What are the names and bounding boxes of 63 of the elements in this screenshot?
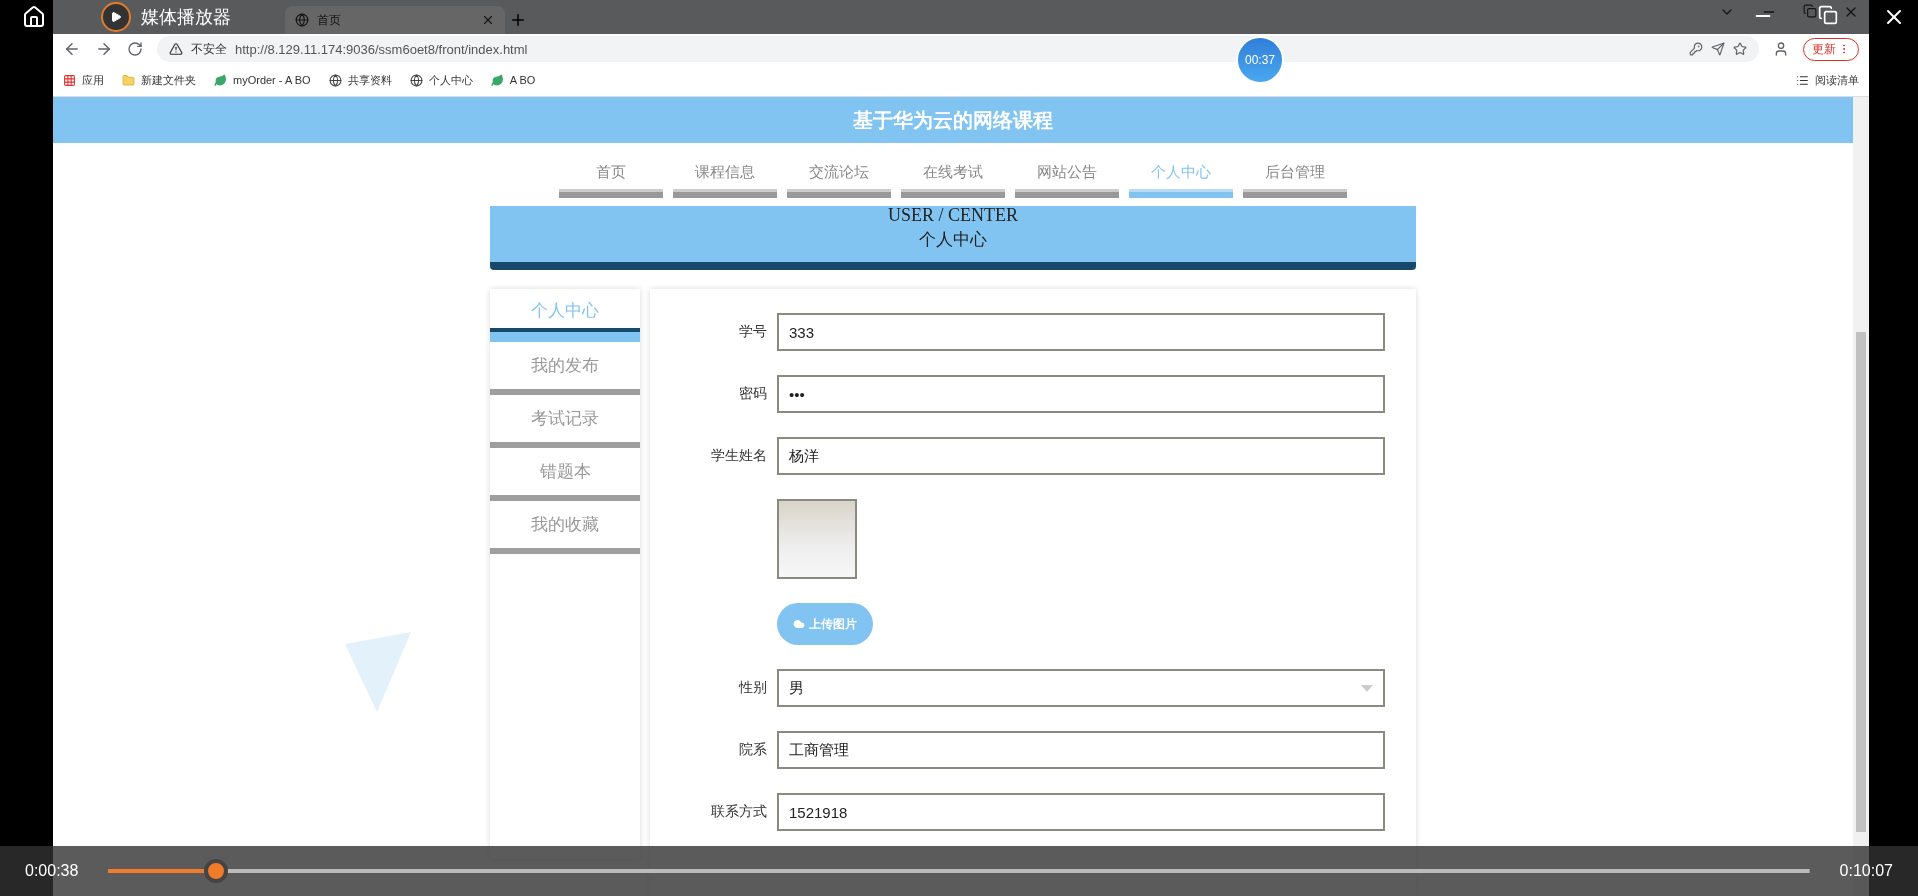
input-field[interactable]: 333 [777, 313, 1385, 351]
scrollbar-thumb[interactable] [1856, 332, 1866, 832]
cloud-icon [793, 618, 805, 630]
leaf-icon [214, 73, 227, 87]
security-label: 不安全 [191, 40, 227, 58]
folder-icon [122, 73, 135, 87]
globe-icon [295, 13, 309, 27]
reload-icon[interactable] [127, 41, 143, 57]
nav-tab[interactable]: 网站公告 [1015, 163, 1119, 198]
caret-icon [1361, 684, 1373, 692]
browser-tab[interactable]: 首页 [285, 6, 505, 34]
nav-tab[interactable]: 课程信息 [673, 163, 777, 198]
select-field[interactable]: 男 [777, 669, 1385, 707]
list-icon [1796, 73, 1809, 87]
field-label: 性别 [737, 679, 767, 697]
field-label: 联系方式 [710, 803, 767, 821]
sidebar-item[interactable]: 考试记录 [490, 395, 640, 448]
nav-tab[interactable]: 交流论坛 [787, 163, 891, 198]
input-field[interactable]: ••• [777, 375, 1385, 413]
forward-icon[interactable] [95, 40, 113, 58]
input-field[interactable]: 1521918 [777, 793, 1385, 831]
seek-handle[interactable] [203, 859, 228, 883]
banner-subtitle: USER / CENTER [888, 206, 1018, 224]
bookmark-item[interactable]: 共享资料 [328, 72, 392, 88]
restore-icon[interactable] [1818, 5, 1838, 25]
elapsed-time: 0:00:38 [25, 862, 79, 880]
player-title: 媒体播放器 [141, 6, 231, 29]
home-icon[interactable] [22, 5, 46, 29]
key-icon[interactable] [1689, 42, 1703, 56]
bookmark-item[interactable]: 个人中心 [409, 72, 473, 88]
banner-title: 个人中心 [919, 229, 987, 251]
apps-icon [63, 73, 76, 87]
field-label: 密码 [738, 385, 767, 403]
bookmark-item[interactable]: A BO [490, 73, 536, 87]
globe-icon [328, 73, 342, 87]
nav-tab[interactable]: 首页 [559, 163, 663, 198]
back-icon[interactable] [63, 40, 81, 58]
reading-list-button[interactable]: 阅读清单 [1796, 72, 1859, 88]
input-field[interactable]: 杨洋 [777, 437, 1385, 475]
bookmark-item[interactable]: 新建文件夹 [122, 72, 196, 88]
site-header: 基于华为云的网络课程 [53, 97, 1853, 143]
sidebar-item[interactable]: 我的发布 [490, 342, 640, 395]
globe-icon [409, 73, 423, 87]
leaf-icon [490, 73, 504, 87]
nav-tab[interactable]: 在线考试 [901, 163, 1005, 198]
restore-icon[interactable] [1803, 4, 1817, 18]
url-text: http://8.129.11.174:9036/ssm6oet8/front/index.html [235, 41, 529, 57]
input-field[interactable]: 工商管理 [777, 731, 1385, 769]
sidebar-item[interactable]: 我的收藏 [490, 501, 640, 554]
field-label: 院系 [738, 741, 767, 759]
field-label: 学生姓名 [710, 447, 767, 465]
nav-tab[interactable]: 后台管理 [1243, 163, 1347, 198]
sidebar-item[interactable]: 错题本 [490, 448, 640, 501]
update-button[interactable]: 更新 [1803, 37, 1859, 61]
warning-icon [169, 42, 183, 56]
bookmark-item[interactable]: 应用 [63, 72, 104, 88]
field-label: 学号 [738, 323, 767, 341]
profile-icon[interactable] [1773, 41, 1789, 57]
duration-time: 0:10:07 [1839, 862, 1893, 880]
send-icon[interactable] [1711, 42, 1725, 56]
new-tab-icon[interactable] [509, 11, 527, 29]
star-icon[interactable] [1733, 42, 1747, 56]
bookmark-item[interactable]: myOrder - A BO [214, 73, 311, 87]
